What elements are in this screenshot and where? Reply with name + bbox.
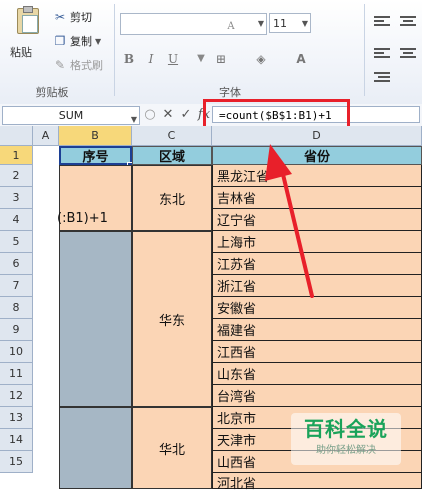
cut-label: 剪切 bbox=[70, 11, 92, 24]
font-size-value: 11 bbox=[273, 16, 287, 30]
chevron-down-icon: ▼ bbox=[257, 19, 264, 28]
row-header-1[interactable]: 1 bbox=[0, 146, 33, 165]
underline-button[interactable]: U bbox=[164, 50, 182, 68]
ribbon: 粘贴 ✂ 剪切 ❐ 复制 ▼ ✎ 格式刷 剪贴板 ▼ 11 ▼ B I U ▼ … bbox=[0, 0, 422, 105]
copy-label: 复制 bbox=[70, 35, 92, 48]
cell-province[interactable]: 河北省 bbox=[212, 473, 422, 492]
cell-province[interactable]: 山东省 bbox=[212, 363, 422, 385]
font-grow-icon[interactable]: A bbox=[222, 18, 240, 36]
chevron-down-icon: ▼ bbox=[95, 36, 102, 46]
cell-b13-merged[interactable] bbox=[59, 407, 132, 489]
chevron-down-icon[interactable]: ▼ bbox=[192, 50, 210, 68]
cell-d1[interactable]: 省份 bbox=[212, 146, 422, 165]
paste-label: 粘贴 bbox=[10, 46, 32, 59]
paste-page-icon bbox=[22, 15, 38, 33]
cell-b2-editing[interactable]: (:B1)+1 bbox=[57, 165, 132, 231]
align-left-icon[interactable] bbox=[374, 48, 390, 60]
group-divider bbox=[364, 4, 365, 96]
row-header-15[interactable]: 15 bbox=[0, 451, 33, 473]
cell-province[interactable]: 江苏省 bbox=[212, 253, 422, 275]
row-header-14[interactable]: 14 bbox=[0, 429, 33, 451]
chevron-down-icon: ▼ bbox=[301, 19, 308, 28]
cell-province[interactable]: 黑龙江省 bbox=[212, 165, 422, 187]
watermark-title: 百科全说 bbox=[304, 417, 388, 441]
watermark-subtitle: 助你轻松解决 bbox=[316, 445, 376, 456]
column-header-b[interactable]: B bbox=[59, 126, 132, 146]
row-header-10[interactable]: 10 bbox=[0, 341, 33, 363]
font-group-label: 字体 bbox=[219, 86, 241, 99]
decrease-indent-icon[interactable] bbox=[374, 72, 390, 84]
formula-buttons: ○ ✕ ✓ fx bbox=[143, 107, 211, 122]
cell-province[interactable]: 安徽省 bbox=[212, 297, 422, 319]
row-header-3[interactable]: 3 bbox=[0, 187, 33, 209]
row-header-7[interactable]: 7 bbox=[0, 275, 33, 297]
row-header-5[interactable]: 5 bbox=[0, 231, 33, 253]
cell-province[interactable]: 福建省 bbox=[212, 319, 422, 341]
clipboard-group-label: 剪贴板 bbox=[35, 86, 69, 99]
cell-province[interactable]: 浙江省 bbox=[212, 275, 422, 297]
cell-b5-merged[interactable] bbox=[59, 231, 132, 407]
cell-edit-text: (:B1)+1 bbox=[57, 211, 108, 226]
row-header-13[interactable]: 13 bbox=[0, 407, 33, 429]
group-divider bbox=[114, 4, 115, 96]
row-header-2[interactable]: 2 bbox=[0, 165, 33, 187]
row-header-9[interactable]: 9 bbox=[0, 319, 33, 341]
fill-color-icon[interactable]: ◈ bbox=[252, 50, 270, 68]
cell-region-dongbei[interactable]: 东北 bbox=[132, 165, 212, 231]
align-middle-icon[interactable] bbox=[400, 16, 416, 28]
font-size-select[interactable]: 11 ▼ bbox=[269, 13, 311, 33]
row-header-4[interactable]: 4 bbox=[0, 209, 33, 231]
circle-icon: ○ bbox=[144, 107, 156, 122]
watermark-logo: 百科全说 助你轻松解决 bbox=[291, 413, 401, 465]
column-header-d[interactable]: D bbox=[212, 126, 422, 146]
align-center-icon[interactable] bbox=[400, 48, 416, 60]
cell-b1[interactable]: 序号 bbox=[59, 146, 132, 165]
format-painter-button[interactable]: ✎ 格式刷 bbox=[52, 56, 103, 74]
italic-button[interactable]: I bbox=[142, 50, 160, 68]
name-box-value: SUM bbox=[58, 109, 84, 122]
font-color-icon[interactable]: A bbox=[292, 50, 310, 68]
cell-region-huabei[interactable]: 华北 bbox=[132, 407, 212, 489]
align-top-icon[interactable] bbox=[374, 16, 390, 28]
bold-button[interactable]: B bbox=[120, 50, 138, 68]
select-all-corner[interactable] bbox=[0, 126, 33, 146]
column-header-a[interactable]: A bbox=[33, 126, 59, 146]
cut-button[interactable]: ✂ 剪切 bbox=[52, 8, 92, 26]
font-name-select[interactable]: ▼ bbox=[120, 13, 267, 35]
name-box[interactable]: SUM ▼ bbox=[2, 106, 140, 125]
row-header-11[interactable]: 11 bbox=[0, 363, 33, 385]
border-icon[interactable]: ⊞ bbox=[212, 50, 230, 68]
cell-province[interactable]: 台湾省 bbox=[212, 385, 422, 407]
format-painter-label: 格式刷 bbox=[70, 59, 103, 72]
cell-province[interactable]: 吉林省 bbox=[212, 187, 422, 209]
scissors-icon: ✂ bbox=[54, 10, 66, 24]
formula-highlight-box bbox=[203, 99, 350, 129]
row-header-8[interactable]: 8 bbox=[0, 297, 33, 319]
column-header-c[interactable]: C bbox=[132, 126, 212, 146]
cell-province[interactable]: 江西省 bbox=[212, 341, 422, 363]
format-painter-icon: ✎ bbox=[54, 58, 66, 72]
enter-icon[interactable]: ✓ bbox=[179, 107, 193, 122]
cell-province[interactable]: 上海市 bbox=[212, 231, 422, 253]
row-header-6[interactable]: 6 bbox=[0, 253, 33, 275]
cancel-icon[interactable]: ✕ bbox=[161, 107, 175, 122]
copy-button[interactable]: ❐ 复制 ▼ bbox=[52, 32, 102, 50]
cell-region-huadong[interactable]: 华东 bbox=[132, 231, 212, 407]
cell-province[interactable]: 辽宁省 bbox=[212, 209, 422, 231]
cell-c1[interactable]: 区域 bbox=[132, 146, 212, 165]
row-header-12[interactable]: 12 bbox=[0, 385, 33, 407]
copy-icon: ❐ bbox=[54, 34, 66, 48]
paste-button[interactable]: 粘贴 bbox=[8, 6, 48, 66]
